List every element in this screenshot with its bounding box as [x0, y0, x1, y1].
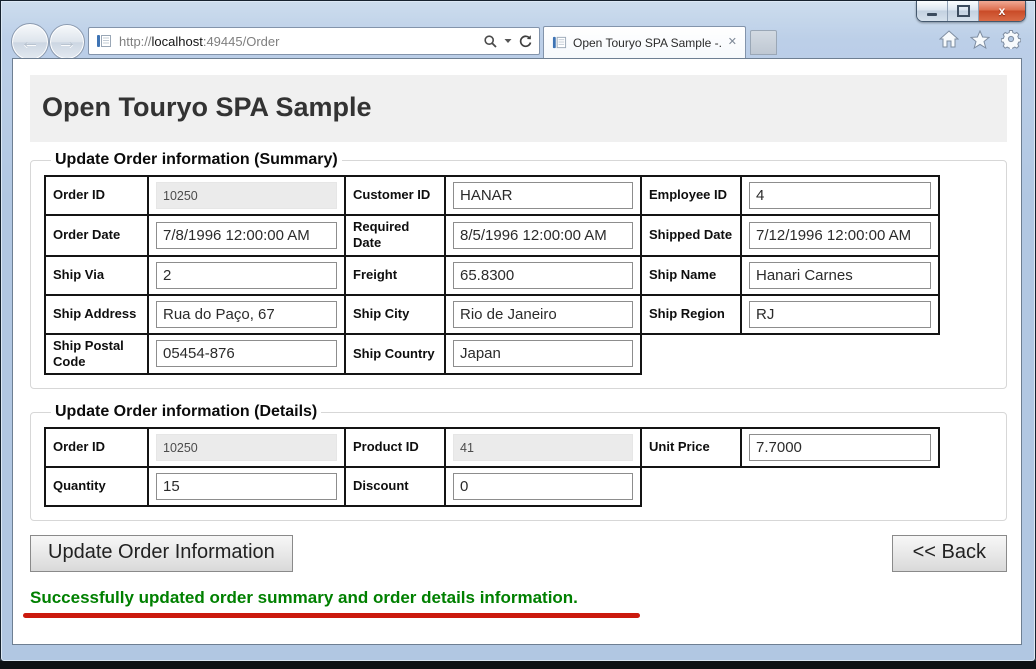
shipped-date-input[interactable]	[749, 222, 931, 249]
employee-id-label: Employee ID	[641, 176, 741, 215]
summary-table: Order ID Customer ID Employee ID Order D…	[44, 175, 940, 375]
customer-id-input[interactable]	[453, 182, 633, 209]
shipped-date-label: Shipped Date	[641, 215, 741, 256]
close-button[interactable]: x	[979, 1, 1025, 21]
page-title: Open Touryo SPA Sample	[42, 92, 995, 123]
refresh-icon[interactable]	[518, 34, 533, 49]
ship-address-input[interactable]	[156, 301, 337, 328]
page-favicon-icon	[96, 33, 112, 49]
forward-arrow-icon: →	[57, 32, 77, 52]
star-icon[interactable]	[970, 30, 990, 49]
unit-price-label: Unit Price	[641, 428, 741, 467]
browser-window: x ← → http://localhost:49445/Order Open …	[0, 0, 1036, 662]
ship-city-input[interactable]	[453, 301, 633, 328]
desktop-edge	[0, 661, 1036, 669]
update-order-button[interactable]: Update Order Information	[30, 535, 293, 572]
forward-button[interactable]: →	[49, 24, 85, 60]
table-row: Quantity Discount	[45, 467, 939, 506]
success-message: Successfully updated order summary and o…	[30, 588, 1007, 608]
red-underline-annotation	[23, 613, 640, 618]
maximize-button[interactable]	[948, 1, 979, 21]
ship-via-label: Ship Via	[45, 256, 148, 295]
back-arrow-icon: ←	[20, 32, 40, 52]
ship-country-input[interactable]	[453, 340, 633, 367]
summary-fieldset: Update Order information (Summary) Order…	[30, 151, 1007, 389]
page-viewport: Open Touryo SPA Sample Update Order info…	[12, 58, 1022, 645]
address-bar[interactable]: http://localhost:49445/Order	[88, 27, 540, 55]
ship-via-input[interactable]	[156, 262, 337, 289]
product-id-label: Product ID	[345, 428, 445, 467]
new-tab-button[interactable]	[750, 30, 777, 55]
ship-postal-code-input[interactable]	[156, 340, 337, 367]
required-date-label: Required Date	[345, 215, 445, 256]
details-fieldset: Update Order information (Details) Order…	[30, 403, 1007, 521]
summary-legend: Update Order information (Summary)	[51, 151, 342, 169]
close-icon: x	[999, 5, 1006, 17]
employee-id-input[interactable]	[749, 182, 931, 209]
browser-tab[interactable]: Open Touryo SPA Sample -... ✕	[543, 26, 746, 58]
table-row: Order ID Product ID Unit Price	[45, 428, 939, 467]
product-id-input	[453, 434, 633, 461]
quantity-label: Quantity	[45, 467, 148, 506]
order-date-label: Order Date	[45, 215, 148, 256]
freight-label: Freight	[345, 256, 445, 295]
discount-input[interactable]	[453, 473, 633, 500]
details-table: Order ID Product ID Unit Price Quantity …	[44, 427, 940, 507]
chevron-down-icon[interactable]	[504, 38, 512, 44]
window-controls: x	[916, 1, 1026, 22]
ship-city-label: Ship City	[345, 295, 445, 334]
table-row: Order Date Required Date Shipped Date	[45, 215, 939, 256]
order-id-input	[156, 182, 337, 209]
detail-order-id-input	[156, 434, 337, 461]
url-text: http://localhost:49445/Order	[119, 34, 483, 49]
search-icon[interactable]	[483, 34, 498, 49]
ship-name-input[interactable]	[749, 262, 931, 289]
table-row: Order ID Customer ID Employee ID	[45, 176, 939, 215]
order-id-label: Order ID	[45, 176, 148, 215]
gear-icon[interactable]	[1001, 29, 1021, 49]
detail-order-id-label: Order ID	[45, 428, 148, 467]
table-row: Ship Postal Code Ship Country	[45, 334, 939, 375]
ship-postal-code-label: Ship Postal Code	[45, 334, 148, 375]
quantity-input[interactable]	[156, 473, 337, 500]
ship-region-input[interactable]	[749, 301, 931, 328]
table-row: Ship Via Freight Ship Name	[45, 256, 939, 295]
ship-country-label: Ship Country	[345, 334, 445, 375]
tab-favicon-icon	[552, 35, 567, 50]
back-button[interactable]: ←	[11, 23, 49, 61]
discount-label: Discount	[345, 467, 445, 506]
table-row: Ship Address Ship City Ship Region	[45, 295, 939, 334]
page-masthead: Open Touryo SPA Sample	[30, 75, 1007, 142]
home-icon[interactable]	[939, 30, 959, 48]
details-legend: Update Order information (Details)	[51, 403, 321, 421]
minimize-icon	[927, 13, 937, 16]
maximize-icon	[957, 5, 970, 17]
ship-address-label: Ship Address	[45, 295, 148, 334]
customer-id-label: Customer ID	[345, 176, 445, 215]
ship-name-label: Ship Name	[641, 256, 741, 295]
required-date-input[interactable]	[453, 222, 633, 249]
ship-region-label: Ship Region	[641, 295, 741, 334]
order-date-input[interactable]	[156, 222, 337, 249]
minimize-button[interactable]	[917, 1, 948, 21]
freight-input[interactable]	[453, 262, 633, 289]
back-nav-button[interactable]: << Back	[892, 535, 1007, 572]
tab-close-icon[interactable]: ✕	[728, 37, 737, 48]
unit-price-input[interactable]	[749, 434, 931, 461]
tab-title: Open Touryo SPA Sample -...	[573, 36, 722, 50]
